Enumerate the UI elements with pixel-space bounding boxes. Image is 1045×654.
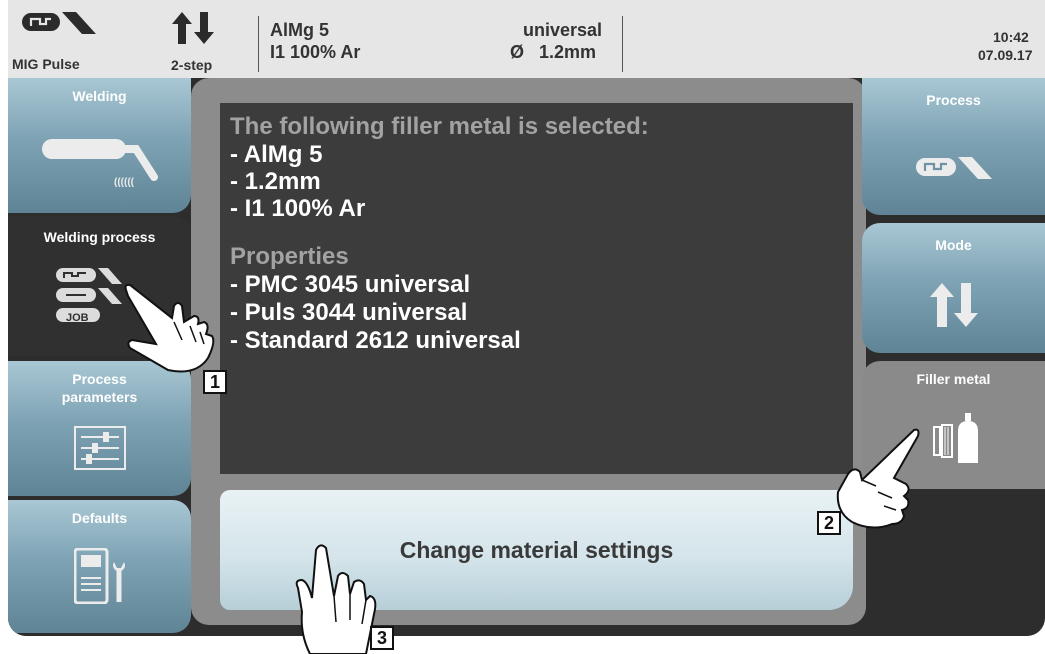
mig-pulse-process-icon <box>916 157 992 179</box>
welding-torch-icon: (((((( <box>42 139 158 187</box>
info-heading: The following filler metal is selected: <box>230 113 649 140</box>
callout-3: 3 <box>370 626 394 650</box>
job-label: JOB <box>66 312 89 324</box>
touch-hand-icon <box>836 428 920 529</box>
filler-metal-info-panel: The following filler metal is selected: … <box>220 103 853 474</box>
diameter-symbol: Ø <box>510 42 525 62</box>
touch-hand-icon <box>124 283 215 373</box>
property-item: - PMC 3045 universal <box>230 271 471 298</box>
selected-diameter: - 1.2mm <box>230 168 321 195</box>
process-button[interactable]: Process <box>862 78 1045 215</box>
mode-button-label: Mode <box>935 237 972 253</box>
menu-defaults-button[interactable]: Defaults <box>8 500 191 633</box>
menu-welding-label: Welding <box>72 88 127 104</box>
clock-time: 10:42 <box>993 29 1029 45</box>
menu-welding-process-label: Welding process <box>43 229 156 245</box>
sliders-icon <box>74 426 126 470</box>
properties-heading: Properties <box>230 243 349 270</box>
property-item: - Standard 2612 universal <box>230 327 521 354</box>
separator <box>622 16 623 72</box>
separator <box>258 16 259 72</box>
selected-material: - AlMg 5 <box>230 141 323 168</box>
mode-button[interactable]: Mode <box>862 223 1045 353</box>
property-item: - Puls 3044 universal <box>230 299 468 326</box>
two-step-mode-icon <box>172 12 214 44</box>
gas-value: I1 100% Ar <box>270 42 361 62</box>
material-value: AlMg 5 <box>270 20 330 40</box>
menu-welding-button[interactable]: Welding (((((( <box>8 78 191 213</box>
svg-text:((((((: (((((( <box>114 177 135 187</box>
characteristic-value: universal <box>523 20 603 40</box>
process-button-label: Process <box>926 92 981 108</box>
menu-process-parameters-button[interactable]: Process parameters <box>8 361 191 496</box>
touch-hand-icon <box>295 544 377 654</box>
status-bar: MIG Pulse 2-step AlMg 5 I1 100% Ar unive… <box>8 0 1045 78</box>
mig-pulse-process-icon <box>22 12 96 34</box>
wire-spool-gas-bottle-icon <box>933 413 978 463</box>
device-wrench-icon <box>74 548 125 604</box>
callout-1: 1 <box>203 370 227 394</box>
selected-gas: - I1 100% Ar <box>230 195 366 222</box>
menu-defaults-label: Defaults <box>71 510 128 526</box>
up-down-arrows-icon <box>930 283 978 327</box>
filler-metal-button-label: Filler metal <box>916 371 991 387</box>
diameter-value: 1.2mm <box>539 42 597 62</box>
mode-name: 2-step <box>171 57 213 73</box>
process-name: MIG Pulse <box>12 56 80 72</box>
callout-2: 2 <box>817 511 841 535</box>
clock-date: 07.09.17 <box>978 47 1033 63</box>
